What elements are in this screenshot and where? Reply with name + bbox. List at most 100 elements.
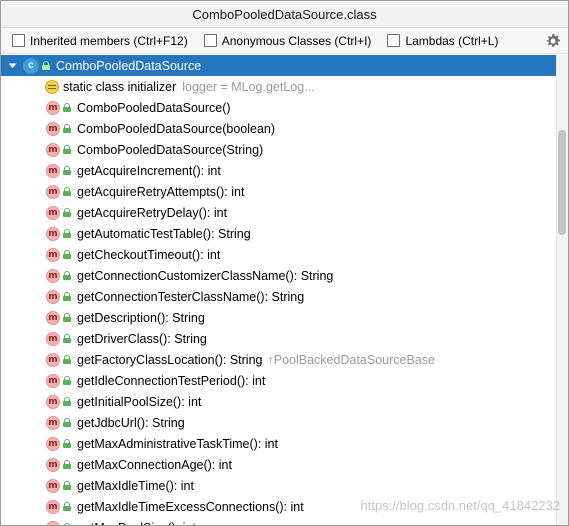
options-bar: Inherited members (Ctrl+F12) Anonymous C… xyxy=(1,28,568,54)
member-label: getMaxConnectionAge(): int xyxy=(77,457,232,472)
member-row[interactable]: m getDescription(): String xyxy=(1,307,557,328)
member-row[interactable]: m getMaxAdministrativeTaskTime(): int xyxy=(1,433,557,454)
method-icon: m xyxy=(46,520,60,525)
member-label: getAcquireIncrement(): int xyxy=(77,163,221,178)
member-label: getConnectionTesterClassName(): String xyxy=(77,289,305,304)
member-label: getDriverClass(): String xyxy=(77,331,207,346)
member-row[interactable]: m getDriverClass(): String xyxy=(1,328,557,349)
member-row[interactable]: m ComboPooledDataSource() xyxy=(1,97,557,118)
member-row[interactable]: m getConnectionCustomizerClassName(): Str… xyxy=(1,265,557,286)
member-row[interactable]: m getMaxPoolSize(): int xyxy=(1,517,557,526)
member-row[interactable]: m ComboPooledDataSource(String) xyxy=(1,139,557,160)
inherited-members-option[interactable]: Inherited members (Ctrl+F12) xyxy=(12,34,188,48)
tree-root-row[interactable]: c ComboPooledDataSource xyxy=(1,55,557,76)
member-row[interactable]: m getConnectionTesterClassName(): String xyxy=(1,286,557,307)
member-label: getMaxPoolSize(): int xyxy=(77,521,196,526)
method-icon: m xyxy=(46,226,60,241)
method-icon: m xyxy=(46,289,60,304)
vertical-scrollbar[interactable] xyxy=(556,55,568,525)
member-row[interactable]: m getAcquireRetryAttempts(): int xyxy=(1,181,557,202)
static-initializer-row[interactable]: static class initializer logger = MLog.g… xyxy=(1,76,557,97)
member-label: getAutomaticTestTable(): String xyxy=(77,226,251,241)
member-label: getMaxAdministrativeTaskTime(): int xyxy=(77,436,278,451)
member-row[interactable]: m getFactoryClassLocation(): String ↑PoolB… xyxy=(1,349,557,370)
public-lock-icon xyxy=(63,334,71,343)
member-row[interactable]: m ComboPooledDataSource(boolean) xyxy=(1,118,557,139)
member-row[interactable]: m getMaxIdleTimeExcessConnections(): int xyxy=(1,496,557,517)
member-row[interactable]: m getAcquireRetryDelay(): int xyxy=(1,202,557,223)
public-lock-icon xyxy=(63,481,71,490)
method-icon: m xyxy=(46,310,60,325)
scrollbar-thumb[interactable] xyxy=(558,130,566,235)
method-icon: m xyxy=(46,478,60,493)
member-row[interactable]: m getInitialPoolSize(): int xyxy=(1,391,557,412)
public-lock-icon xyxy=(63,502,71,511)
structure-tree[interactable]: c ComboPooledDataSource static class ini… xyxy=(1,55,557,526)
public-lock-icon xyxy=(63,166,71,175)
lambdas-option[interactable]: Lambdas (Ctrl+L) xyxy=(387,34,498,48)
member-row[interactable]: m getJdbcUrl(): String xyxy=(1,412,557,433)
public-lock-icon xyxy=(63,187,71,196)
public-lock-icon xyxy=(63,229,71,238)
method-icon: m xyxy=(46,142,60,157)
method-icon: m xyxy=(46,121,60,136)
gear-icon[interactable] xyxy=(545,33,561,49)
member-label: ComboPooledDataSource(String) xyxy=(77,142,264,157)
member-row[interactable]: m getMaxConnectionAge(): int xyxy=(1,454,557,475)
inherited-members-label: Inherited members (Ctrl+F12) xyxy=(30,33,188,48)
lambdas-checkbox[interactable] xyxy=(387,34,401,47)
public-lock-icon xyxy=(63,124,71,133)
public-lock-icon xyxy=(63,208,71,217)
public-lock-icon xyxy=(63,145,71,154)
member-label: getFactoryClassLocation(): String xyxy=(77,352,263,367)
inherited-from-label: ↑PoolBackedDataSourceBase xyxy=(267,352,435,367)
method-icon: m xyxy=(46,163,60,178)
public-lock-icon xyxy=(63,355,71,364)
method-icon: m xyxy=(46,205,60,220)
class-icon-letter: c xyxy=(28,60,34,71)
member-row[interactable]: m getIdleConnectionTestPeriod(): int xyxy=(1,370,557,391)
method-icon: m xyxy=(46,499,60,514)
member-label: getAcquireRetryDelay(): int xyxy=(77,205,228,220)
member-row[interactable]: m getAutomaticTestTable(): String xyxy=(1,223,557,244)
member-label: ComboPooledDataSource() xyxy=(77,100,231,115)
public-lock-icon xyxy=(63,397,71,406)
method-icon: m xyxy=(46,415,60,430)
public-lock-icon xyxy=(63,250,71,259)
member-row[interactable]: m getMaxIdleTime(): int xyxy=(1,475,557,496)
method-icon: m xyxy=(46,394,60,409)
method-icon: m xyxy=(46,268,60,283)
method-icon: m xyxy=(46,100,60,115)
public-lock-icon xyxy=(63,460,71,469)
public-lock-icon xyxy=(63,271,71,280)
member-label: getCheckoutTimeout(): int xyxy=(77,247,221,262)
window-title: ComboPooledDataSource.class xyxy=(1,1,568,28)
anonymous-classes-option[interactable]: Anonymous Classes (Ctrl+I) xyxy=(203,33,372,48)
method-icon: m xyxy=(46,331,60,346)
member-label: getInitialPoolSize(): int xyxy=(77,394,202,409)
method-icon: m xyxy=(46,373,60,388)
member-label: getConnectionCustomizerClassName(): Stri… xyxy=(77,268,334,283)
anonymous-classes-label: Anonymous Classes (Ctrl+I) xyxy=(221,33,372,48)
method-icon: m xyxy=(46,184,60,199)
member-row[interactable]: m getCheckoutTimeout(): int xyxy=(1,244,557,265)
member-row[interactable]: m getAcquireIncrement(): int xyxy=(1,160,557,181)
member-label: getIdleConnectionTestPeriod(): int xyxy=(77,373,266,388)
public-lock-icon xyxy=(63,103,71,112)
structure-window: ComboPooledDataSource.class Inherited me… xyxy=(0,0,569,526)
lambdas-label: Lambdas (Ctrl+L) xyxy=(405,33,499,48)
window-title-text: ComboPooledDataSource.class xyxy=(192,6,377,22)
static-initializer-value: logger = MLog.getLog... xyxy=(182,79,315,94)
member-label: getAcquireRetryAttempts(): int xyxy=(77,184,245,199)
public-lock-icon xyxy=(63,439,71,448)
inherited-members-checkbox[interactable] xyxy=(12,34,25,47)
member-label: getDescription(): String xyxy=(77,310,205,325)
member-label: ComboPooledDataSource(boolean) xyxy=(77,121,276,136)
member-label: getMaxIdleTimeExcessConnections(): int xyxy=(77,499,304,514)
public-lock-icon xyxy=(63,376,71,385)
anonymous-classes-checkbox[interactable] xyxy=(203,34,217,47)
chevron-down-icon[interactable] xyxy=(7,63,17,69)
static-initializer-label: static class initializer xyxy=(63,79,177,94)
public-lock-icon xyxy=(63,418,71,427)
public-lock-icon xyxy=(42,61,50,70)
